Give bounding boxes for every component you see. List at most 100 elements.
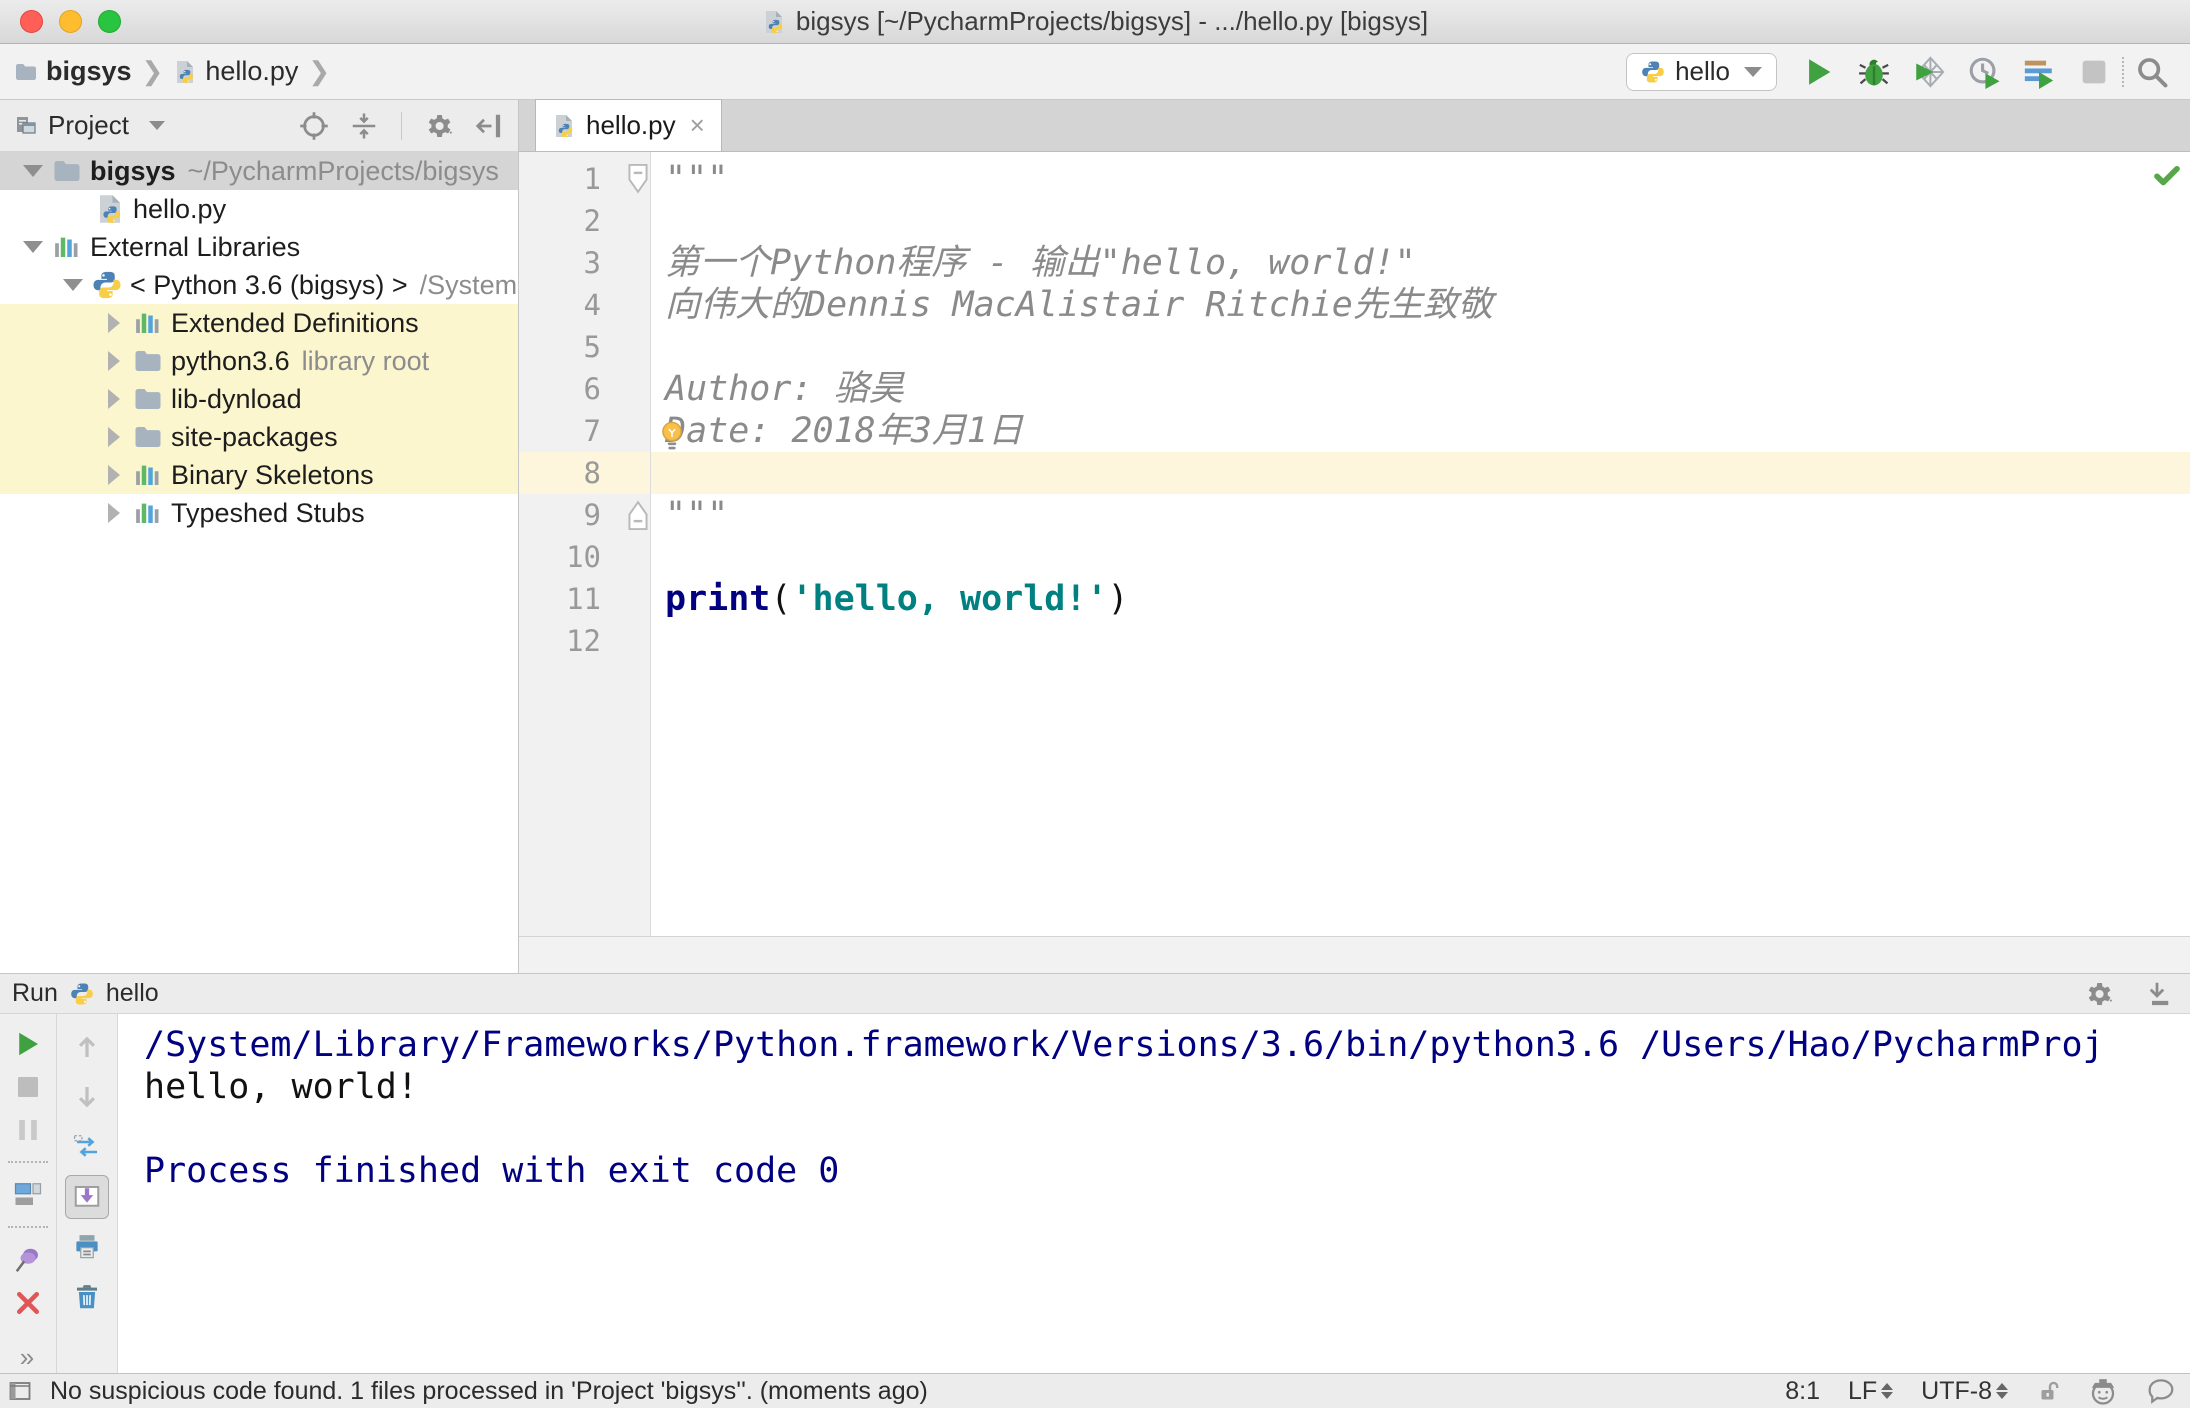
code-line-content[interactable]: 第一个Python程序 - 输出"hello, world!"	[651, 242, 1416, 284]
layout-button[interactable]	[6, 1176, 50, 1213]
lock-open-icon[interactable]	[2036, 1379, 2060, 1403]
editor-line-7[interactable]: 7 Date: 2018年3月1日	[519, 410, 2190, 452]
chevron-down-icon[interactable]	[148, 121, 165, 130]
chevron-collapsed-icon[interactable]	[95, 313, 133, 333]
editor-line-6[interactable]: 6 Author: 骆昊	[519, 368, 2190, 410]
code-line-content[interactable]: Author: 骆昊	[651, 368, 904, 410]
hide-down-button[interactable]	[2140, 977, 2174, 1011]
down-arrow-button[interactable]	[65, 1075, 109, 1119]
line-separator-widget[interactable]: LF	[1848, 1377, 1894, 1406]
search-everywhere-button[interactable]	[2132, 52, 2172, 92]
debug-button[interactable]	[1854, 52, 1894, 92]
code-line-content[interactable]	[651, 200, 665, 242]
chevron-expanded-icon[interactable]	[14, 165, 52, 177]
line-number-5[interactable]: 5	[519, 326, 651, 368]
tree-item-external-libraries[interactable]: External Libraries	[0, 228, 518, 266]
run-console-output[interactable]: /System/Library/Frameworks/Python.framew…	[118, 1014, 2190, 1373]
code-line-content[interactable]: """	[651, 494, 728, 536]
breadcrumb-item-hello-py[interactable]: hello.py	[173, 56, 298, 87]
run-button[interactable]	[1799, 52, 1839, 92]
collapse-all-button[interactable]	[347, 109, 381, 143]
line-number-12[interactable]: 12	[519, 620, 651, 662]
line-number-4[interactable]: 4	[519, 284, 651, 326]
chevron-collapsed-icon[interactable]	[95, 465, 133, 485]
tree-item-extended-definitions[interactable]: Extended Definitions	[0, 304, 518, 342]
tree-item-bigsys[interactable]: bigsys ~/PycharmProjects/bigsys	[0, 152, 518, 190]
tree-item-binary-skeletons[interactable]: Binary Skeletons	[0, 456, 518, 494]
chevron-expanded-icon[interactable]	[14, 241, 52, 253]
gear-button[interactable]	[2082, 977, 2116, 1011]
editor-line-4[interactable]: 4 向伟大的Dennis MacAlistair Ritchie先生致敬	[519, 284, 2190, 326]
print-button[interactable]	[65, 1225, 109, 1269]
editor-tab-hello-py[interactable]: hello.py ×	[535, 99, 722, 151]
line-number-11[interactable]: 11	[519, 578, 651, 620]
tree-item-hello.py[interactable]: hello.py	[0, 190, 518, 228]
stop-square-button[interactable]	[6, 1068, 50, 1105]
editor-line-9[interactable]: 9 """	[519, 494, 2190, 536]
tree-item-lib-dynload[interactable]: lib-dynload	[0, 380, 518, 418]
line-number-3[interactable]: 3	[519, 242, 651, 284]
more-actions-button[interactable]: »	[20, 1342, 36, 1373]
tree-item-site-packages[interactable]: site-packages	[0, 418, 518, 456]
line-number-2[interactable]: 2	[519, 200, 651, 242]
coverage-button[interactable]	[1909, 52, 1949, 92]
chevron-expanded-icon[interactable]	[54, 279, 92, 291]
editor-line-10[interactable]: 10	[519, 536, 2190, 578]
editor-line-3[interactable]: 3 第一个Python程序 - 输出"hello, world!"	[519, 242, 2190, 284]
hide-left-button[interactable]	[472, 109, 506, 143]
stop-button[interactable]	[2074, 52, 2114, 92]
code-line-content[interactable]	[651, 452, 665, 494]
scroll-end-button[interactable]	[65, 1175, 109, 1219]
minimize-window-button[interactable]	[59, 10, 82, 33]
editor-line-1[interactable]: 1 """	[519, 158, 2190, 200]
fold-end-icon[interactable]	[627, 499, 649, 531]
concurrency-button[interactable]	[2019, 52, 2059, 92]
clear-button[interactable]	[65, 1275, 109, 1319]
code-line-content[interactable]: """	[651, 158, 728, 200]
editor-horizontal-scrollbar[interactable]	[519, 936, 2190, 973]
zoom-window-button[interactable]	[98, 10, 121, 33]
restore-layout-button[interactable]	[65, 1125, 109, 1169]
editor-line-5[interactable]: 5	[519, 326, 2190, 368]
profiler-button[interactable]	[1964, 52, 2004, 92]
pin-button[interactable]	[6, 1241, 50, 1278]
code-line-content[interactable]	[651, 536, 665, 578]
event-log-icon[interactable]	[2146, 1376, 2176, 1406]
intention-bulb-icon[interactable]	[659, 420, 685, 454]
line-number-8[interactable]: 8	[519, 452, 651, 494]
fold-start-icon[interactable]	[627, 163, 649, 195]
code-line-content[interactable]: 向伟大的Dennis MacAlistair Ritchie先生致敬	[651, 284, 1493, 326]
highlighting-level-icon[interactable]	[2088, 1376, 2118, 1406]
encoding-widget[interactable]: UTF-8	[1921, 1377, 2008, 1406]
gear-button[interactable]	[422, 109, 456, 143]
caret-position-widget[interactable]: 8:1	[1785, 1377, 1820, 1406]
pause-button[interactable]	[6, 1111, 50, 1148]
editor-line-2[interactable]: 2	[519, 200, 2190, 242]
chevron-collapsed-icon[interactable]	[95, 503, 133, 523]
tree-item-typeshed-stubs[interactable]: Typeshed Stubs	[0, 494, 518, 532]
tree-item-python3.6[interactable]: python3.6 library root	[0, 342, 518, 380]
chevron-collapsed-icon[interactable]	[95, 389, 133, 409]
chevron-collapsed-icon[interactable]	[95, 351, 133, 371]
code-line-content[interactable]: print('hello, world!')	[651, 578, 1129, 620]
breadcrumb-item-bigsys[interactable]: bigsys	[14, 56, 132, 87]
close-tab-icon[interactable]: ×	[686, 110, 705, 141]
close-window-button[interactable]	[20, 10, 43, 33]
editor-line-8[interactable]: 8	[519, 452, 2190, 494]
line-number-9[interactable]: 9	[519, 494, 651, 536]
code-line-content[interactable]: Date: 2018年3月1日	[651, 410, 1023, 452]
run-configuration-select[interactable]: hello	[1626, 52, 1777, 91]
locate-button[interactable]	[297, 109, 331, 143]
inspection-ok-icon[interactable]	[2152, 160, 2182, 190]
project-panel-title[interactable]: Project	[48, 110, 129, 141]
editor-line-12[interactable]: 12	[519, 620, 2190, 662]
code-line-content[interactable]	[651, 620, 665, 662]
code-editor[interactable]: 1 """ 2 3 第一个Python程序 - 输出"hello, world!" 4 向伟…	[519, 152, 2190, 936]
toolwindow-toggle-icon[interactable]	[8, 1379, 32, 1403]
line-number-7[interactable]: 7	[519, 410, 651, 452]
chevron-collapsed-icon[interactable]	[95, 427, 133, 447]
up-arrow-button[interactable]	[65, 1025, 109, 1069]
code-line-content[interactable]	[651, 326, 665, 368]
rerun-button[interactable]	[6, 1025, 50, 1062]
line-number-10[interactable]: 10	[519, 536, 651, 578]
